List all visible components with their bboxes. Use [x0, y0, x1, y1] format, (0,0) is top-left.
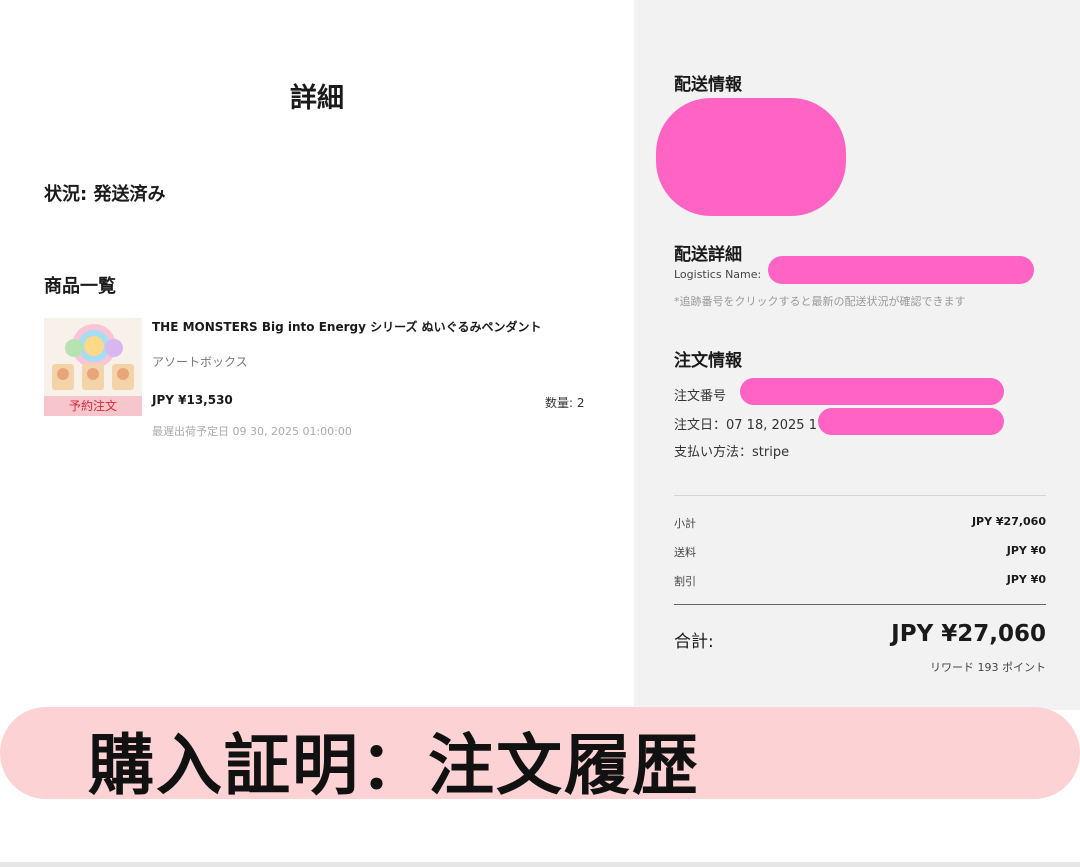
product-variant: アソートボックス	[152, 355, 248, 369]
discount-value: JPY ¥0	[1006, 573, 1046, 586]
redacted-order-time	[818, 408, 1004, 435]
product-ship-date: 最遅出荷予定日 09 30, 2025 01:00:00	[152, 425, 352, 438]
product-art-icon	[44, 318, 142, 396]
total-label: 合計:	[674, 632, 714, 652]
summary-divider	[674, 495, 1046, 496]
proof-banner-text: 購入証明：注文履歴	[88, 727, 700, 804]
discount-label: 割引	[674, 575, 696, 588]
order-info-heading: 注文情報	[674, 351, 742, 371]
redacted-order-number	[740, 378, 1004, 405]
product-quantity: 数量: 2	[545, 396, 585, 410]
shipping-info-heading: 配送情報	[674, 75, 742, 95]
order-number-label: 注文番号	[674, 389, 727, 404]
page-title: 詳細	[290, 83, 344, 114]
product-price: JPY ¥13,530	[152, 393, 233, 407]
total-divider	[674, 604, 1046, 605]
shipping-detail-heading: 配送詳細	[674, 245, 742, 265]
order-date: 注文日：07 18, 2025 1	[674, 418, 817, 433]
product-name[interactable]: THE MONSTERS Big into Energy シリーズ ぬいぐるみペ…	[152, 318, 592, 335]
order-status: 状況: 発送済み	[44, 184, 166, 205]
subtotal-value: JPY ¥27,060	[971, 515, 1046, 528]
tracking-note: *追跡番号をクリックすると最新の配送状況が確認できます	[674, 295, 966, 308]
redacted-tracking-number[interactable]	[768, 256, 1034, 284]
preorder-badge: 予約注文	[44, 396, 142, 416]
payment-method: 支払い方法：stripe	[674, 445, 790, 460]
reward-points: リワード 193 ポイント	[930, 661, 1046, 674]
redacted-address	[656, 98, 846, 216]
logistics-label: Logistics Name:	[674, 268, 762, 281]
product-image[interactable]: 予約注文	[44, 318, 142, 416]
products-heading: 商品一覧	[44, 276, 116, 297]
shipping-fee-label: 送料	[674, 546, 696, 559]
total-value: JPY ¥27,060	[891, 621, 1046, 647]
bottom-strip	[0, 862, 1080, 867]
shipping-fee-value: JPY ¥0	[1006, 544, 1046, 557]
subtotal-label: 小計	[674, 517, 696, 530]
